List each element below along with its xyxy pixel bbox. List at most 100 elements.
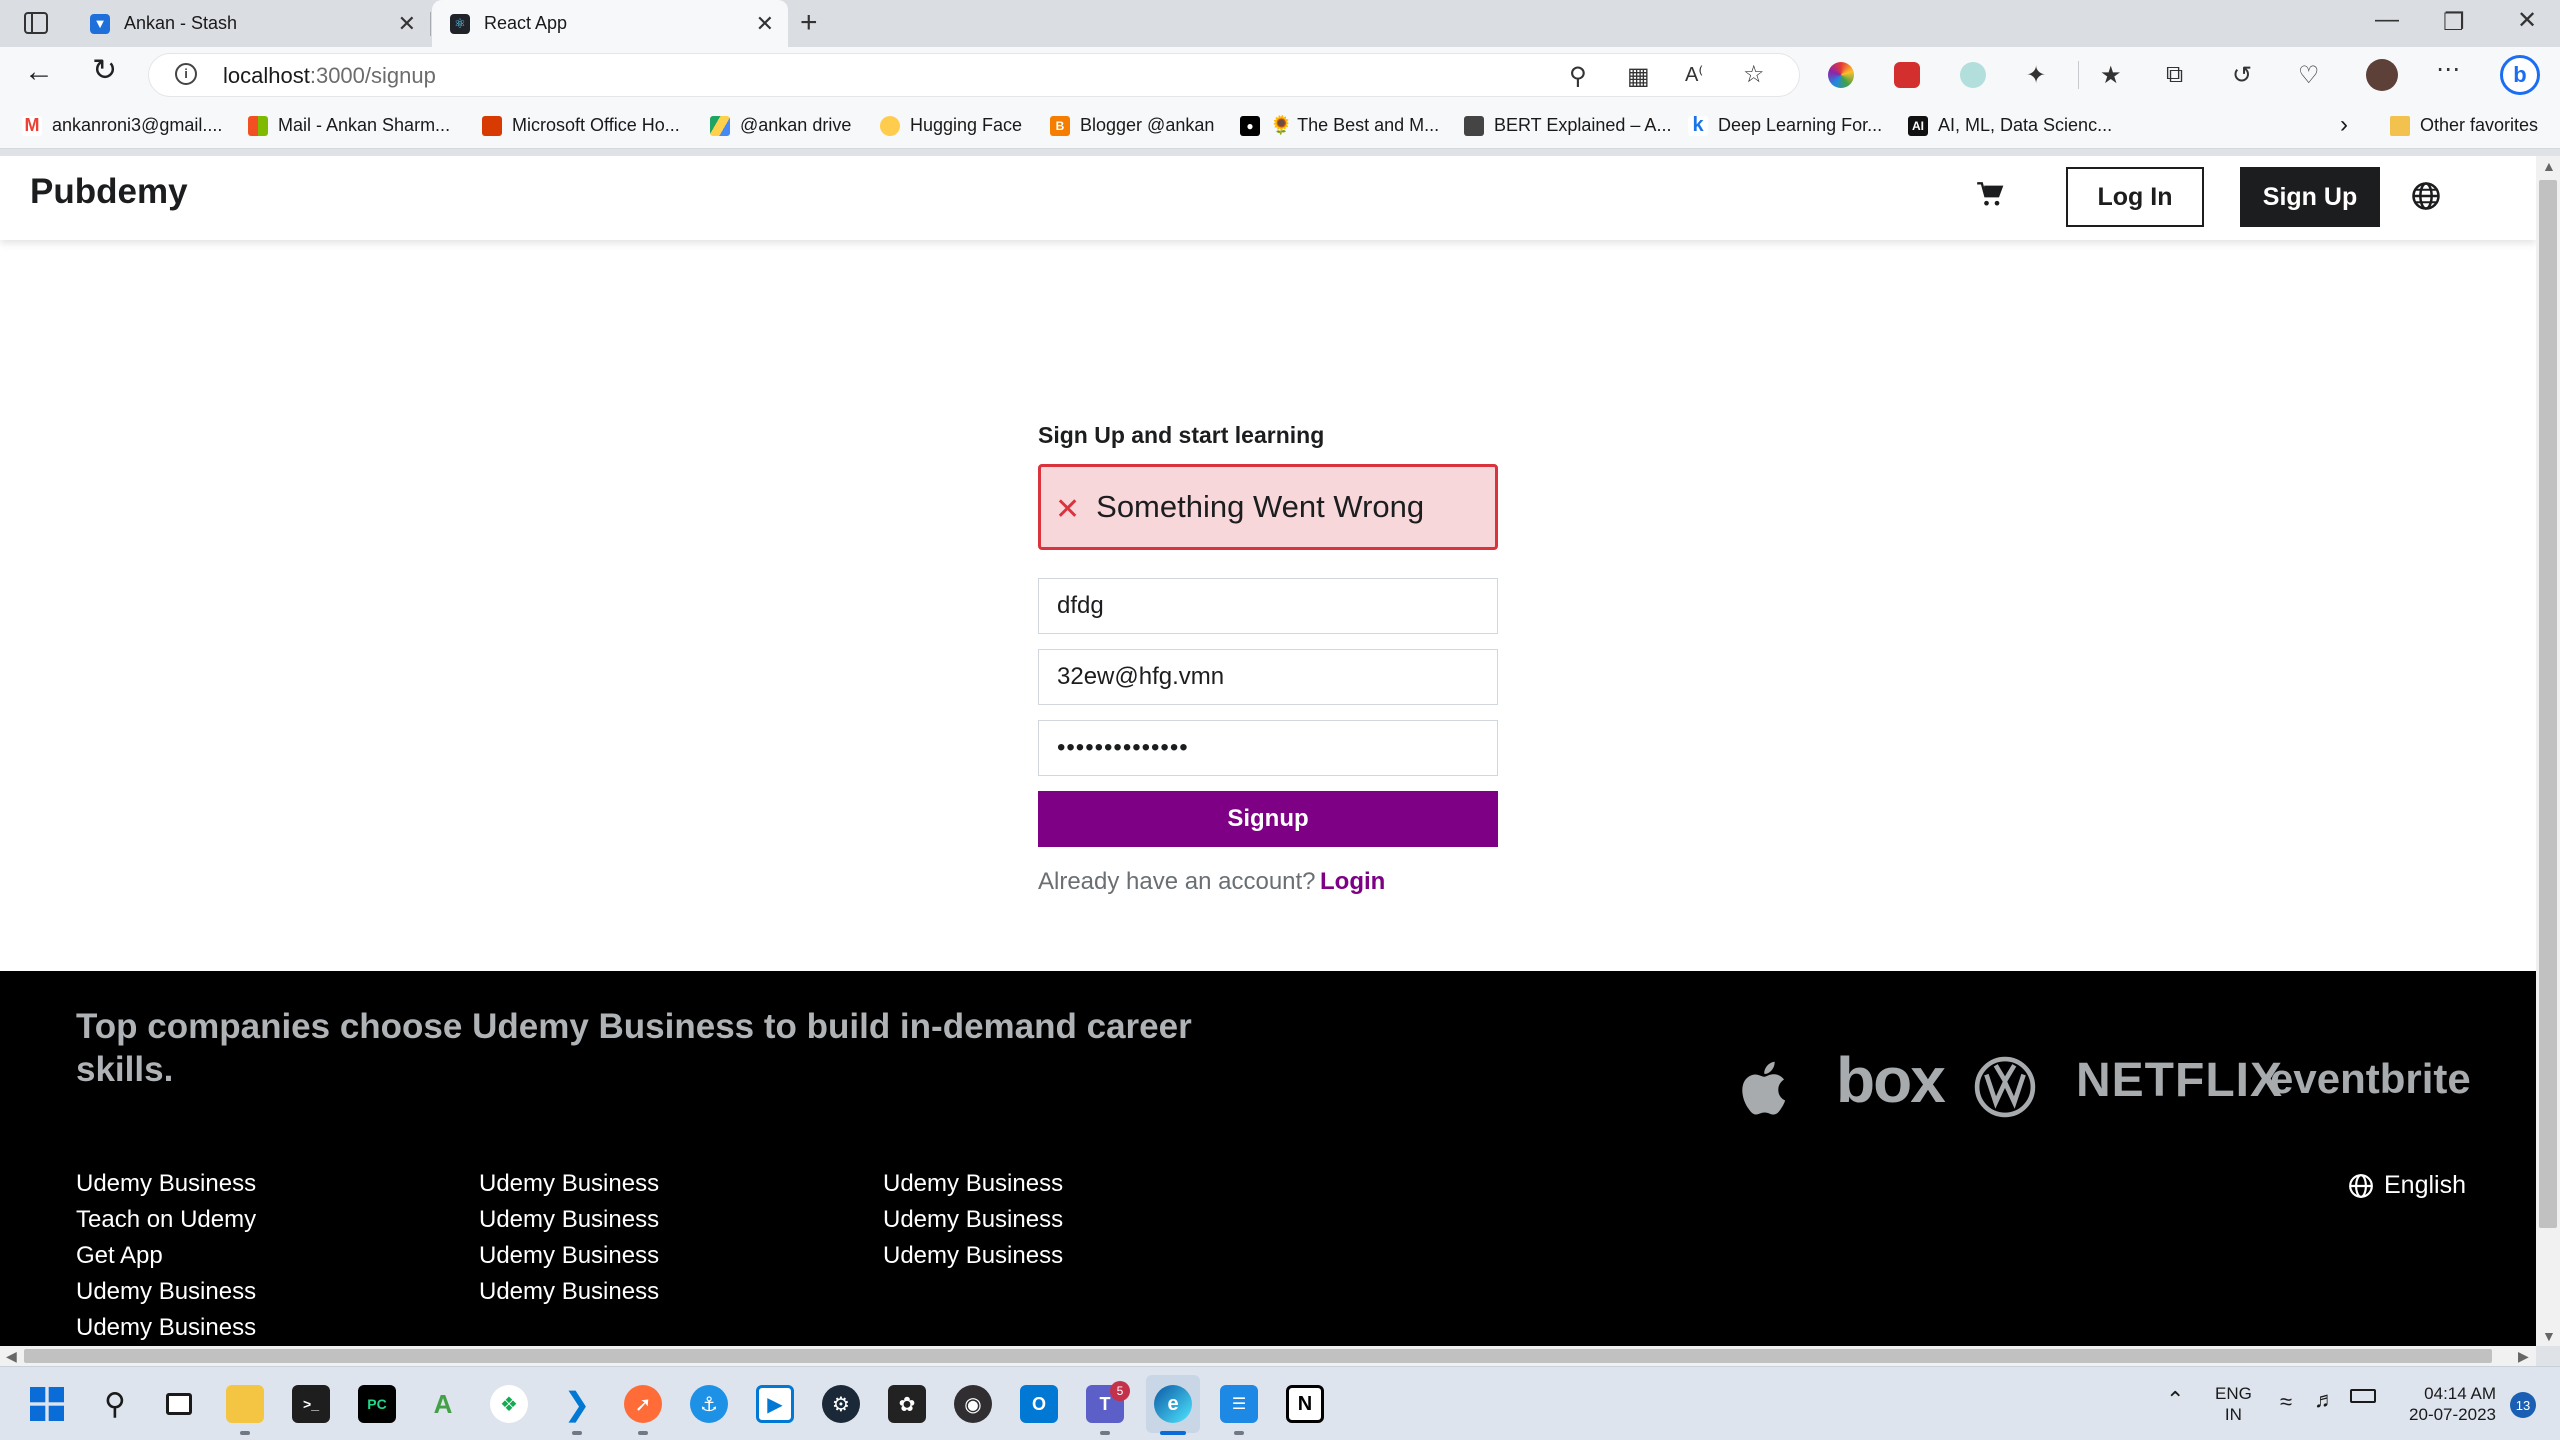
horizontal-scroll-thumb[interactable] [24,1349,2492,1363]
extension-green-icon[interactable] [1960,62,1986,88]
bookmark-ai-ml[interactable]: AI AI, ML, Data Scienc... [1908,115,2112,136]
tab-ankan-stash[interactable]: ▼ Ankan - Stash ✕ [72,0,430,47]
bookmark-bert[interactable]: BERT Explained – A... [1464,115,1671,136]
password-field[interactable] [1038,720,1498,776]
extension-red-icon[interactable] [1894,62,1920,88]
terminal-icon[interactable]: >_ [292,1385,330,1423]
footer-link[interactable]: Udemy Business [883,1242,1063,1270]
scroll-left-arrow-icon[interactable]: ◀ [6,1348,17,1365]
brand-logo[interactable]: Pubdemy [30,172,188,212]
bookmark-deep-learning[interactable]: k Deep Learning For... [1688,114,1882,136]
signup-button[interactable]: Sign Up [2240,167,2380,227]
profile-avatar[interactable] [2366,59,2398,91]
close-window-icon[interactable]: ✕ [2517,6,2537,35]
obs-icon[interactable]: ◉ [954,1385,992,1423]
close-tab-icon[interactable]: ✕ [398,11,416,37]
bookmarks-overflow-chevron-icon[interactable]: › [2340,111,2348,139]
pycharm-icon[interactable]: PC [358,1385,396,1423]
vscode-icon[interactable]: ❯ [558,1385,596,1423]
more-menu-icon[interactable]: ⋯ [2436,55,2460,84]
history-icon[interactable]: ↺ [2232,61,2252,90]
language-selector[interactable]: English [2348,1171,2466,1200]
footer-link[interactable]: Udemy Business [883,1206,1063,1234]
color-extension-icon[interactable] [1828,62,1854,88]
input-language-indicator[interactable]: ENG IN [2215,1383,2252,1425]
new-tab-icon[interactable]: + [800,6,818,40]
footer-link[interactable]: Udemy Business [479,1206,659,1234]
bing-chat-icon[interactable]: b [2500,55,2540,95]
steam-icon[interactable]: ⚙ [822,1385,860,1423]
back-icon[interactable]: ← [24,55,54,89]
footer-link[interactable]: Teach on Udemy [76,1206,256,1234]
close-tab-icon[interactable]: ✕ [756,11,774,37]
footer-link[interactable]: Get App [76,1242,163,1270]
scroll-right-arrow-icon[interactable]: ▶ [2518,1348,2529,1365]
bookmark-drive[interactable]: @ankan drive [710,115,851,136]
notification-center-badge[interactable]: 13 [2510,1392,2536,1418]
bookmark-medium[interactable]: ● 🌻 The Best and M... [1240,115,1439,136]
postman-icon[interactable]: ➚ [624,1385,662,1423]
apps-icon[interactable]: ▦ [1627,62,1650,91]
vertical-scroll-thumb[interactable] [2539,180,2557,1228]
footer-link[interactable]: Udemy Business [479,1278,659,1306]
globe-icon[interactable] [2411,181,2441,211]
name-field[interactable] [1038,578,1498,634]
bookmark-hugging-face[interactable]: Hugging Face [880,115,1022,136]
tab-react-app[interactable]: ⚛ React App ✕ [432,0,788,47]
login-button[interactable]: Log In [2066,167,2204,227]
show-hidden-icons-chevron-icon[interactable]: ⌃ [2166,1387,2184,1413]
file-explorer-icon[interactable] [226,1385,264,1423]
info-icon[interactable]: i [175,63,197,85]
bookmark-mail[interactable]: Mail - Ankan Sharm... [248,115,450,136]
collections-icon[interactable]: ⧉ [2166,61,2183,89]
url-text[interactable]: localhost:3000/signup [223,63,436,89]
footer-link[interactable]: Udemy Business [76,1170,256,1198]
start-windows-icon[interactable] [28,1385,66,1423]
windows-taskbar: ⚲ >_ PC A ❖ ❯ ➚ ⚓ ▶ ⚙ ✿ ◉ O T 5 e ☰ N ⌃ … [0,1366,2560,1440]
notepad-icon[interactable]: ☰ [1220,1385,1258,1423]
wifi-icon[interactable]: ≈ [2280,1389,2292,1415]
tab-actions-icon[interactable] [24,12,48,34]
login-link[interactable]: Login [1320,868,1385,896]
davinci-icon[interactable]: ✿ [888,1385,926,1423]
footer-link[interactable]: Udemy Business [76,1314,256,1342]
scroll-down-arrow-icon[interactable]: ▼ [2542,1328,2556,1344]
footer-link[interactable]: Udemy Business [883,1170,1063,1198]
minimize-icon[interactable]: — [2375,6,2399,34]
restore-icon[interactable]: ❐ [2443,8,2465,37]
cart-icon[interactable] [1976,181,2004,209]
submit-signup-button[interactable]: Signup [1038,791,1498,847]
outlook-icon[interactable]: O [1020,1385,1058,1423]
favorites-icon[interactable]: ★ [2100,61,2122,90]
mongodb-icon[interactable]: ❖ [490,1385,528,1423]
remote-desktop-icon[interactable]: ▶ [756,1385,794,1423]
email-field[interactable] [1038,649,1498,705]
bookmark-blogger[interactable]: B Blogger @ankan [1050,115,1214,136]
volume-icon[interactable]: ♬ [2314,1387,2336,1413]
other-favorites[interactable]: Other favorites [2390,115,2538,136]
edge-icon[interactable]: e [1154,1385,1192,1423]
hugging-face-icon [880,115,900,136]
clock[interactable]: 04:14 AM 20-07-2023 [2396,1383,2496,1425]
refresh-icon[interactable]: ↻ [92,53,117,88]
favorite-star-icon[interactable]: ☆ [1743,60,1765,89]
close-alert-icon[interactable]: ✕ [1055,492,1080,527]
key-icon[interactable]: ⚲ [1569,62,1587,91]
bookmark-office[interactable]: Microsoft Office Ho... [482,115,680,136]
extensions-puzzle-icon[interactable]: ✦ [2026,61,2046,90]
notion-icon[interactable]: N [1286,1385,1324,1423]
task-view-icon[interactable] [160,1385,198,1423]
read-aloud-icon[interactable]: A⁽ [1685,62,1703,87]
footer-link[interactable]: Udemy Business [479,1170,659,1198]
search-icon[interactable]: ⚲ [96,1385,134,1423]
browser-essentials-icon[interactable]: ♡ [2298,61,2320,90]
url-path: :3000/signup [309,63,436,88]
footer-link[interactable]: Udemy Business [479,1242,659,1270]
scroll-up-arrow-icon[interactable]: ▲ [2542,158,2556,174]
address-bar[interactable]: i localhost:3000/signup ⚲ ▦ A⁽ ☆ [148,53,1800,97]
android-studio-icon[interactable]: A [424,1385,462,1423]
docker-icon[interactable]: ⚓ [690,1385,728,1423]
footer-link[interactable]: Udemy Business [76,1278,256,1306]
bookmark-gmail[interactable]: Mankanroni3@gmail.... [22,115,222,136]
battery-icon[interactable] [2350,1389,2376,1403]
